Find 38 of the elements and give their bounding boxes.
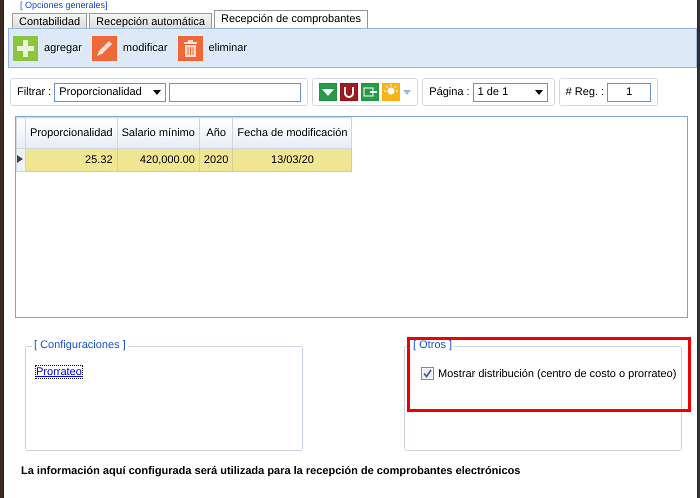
magnet-icon[interactable] [340,83,358,101]
caret-icon[interactable] [153,90,162,94]
filter-label: Filtrar : [17,86,52,98]
table-cell: 13/03/20 [232,148,352,172]
export-icon[interactable] [361,83,380,101]
panel-title: [ Configuraciones ] [32,339,128,351]
prorrateo-link[interactable]: Prorrateo [35,365,83,379]
filter-dropdown[interactable]: Proporcionalidad [54,82,166,102]
tab[interactable]: Recepción de comprobantes [214,10,368,28]
toolbar-button[interactable]: agregar [44,42,86,54]
trash-icon [178,36,203,60]
toolbar-button[interactable]: eliminar [208,42,252,54]
pencil-icon [92,36,117,60]
tab[interactable]: Recepción automática [89,13,212,28]
table-cell: 25.32 [26,148,118,172]
column-header[interactable]: Proporcionalidad [26,118,118,148]
checkbox[interactable] [421,367,434,380]
filter-icon[interactable] [319,83,338,101]
column-header[interactable]: Año [199,118,233,148]
lightbulb-icon[interactable] [382,83,400,101]
footer-note: La información aquí configurada será utilizada para la recepción de comprobantes electrónicos [21,465,522,477]
search-field[interactable] [169,82,302,102]
page-dropdown[interactable]: 1 de 1 [472,82,548,102]
column-header[interactable]: Salario mínimo [117,118,200,148]
caret-icon[interactable] [534,90,543,94]
toolbar-button[interactable]: modificar [122,42,172,54]
panel-title: [ Otros ] [411,339,454,351]
table-cell: 420,000.00 [117,148,200,172]
plus-icon [13,36,38,60]
table-cell: 2020 [199,148,233,172]
section-title: [ Opciones generales] [20,0,108,11]
page-label: Página : [429,86,470,98]
records-label: # Reg. : [566,86,604,98]
records-field[interactable]: 1 [607,82,652,102]
corner-cell [16,118,26,148]
tab[interactable]: Contabilidad [12,13,88,28]
checkbox-label: Mostrar distribución (centro de costo o prorrateo) [438,368,676,380]
column-header[interactable]: Fecha de modificación [232,118,352,148]
